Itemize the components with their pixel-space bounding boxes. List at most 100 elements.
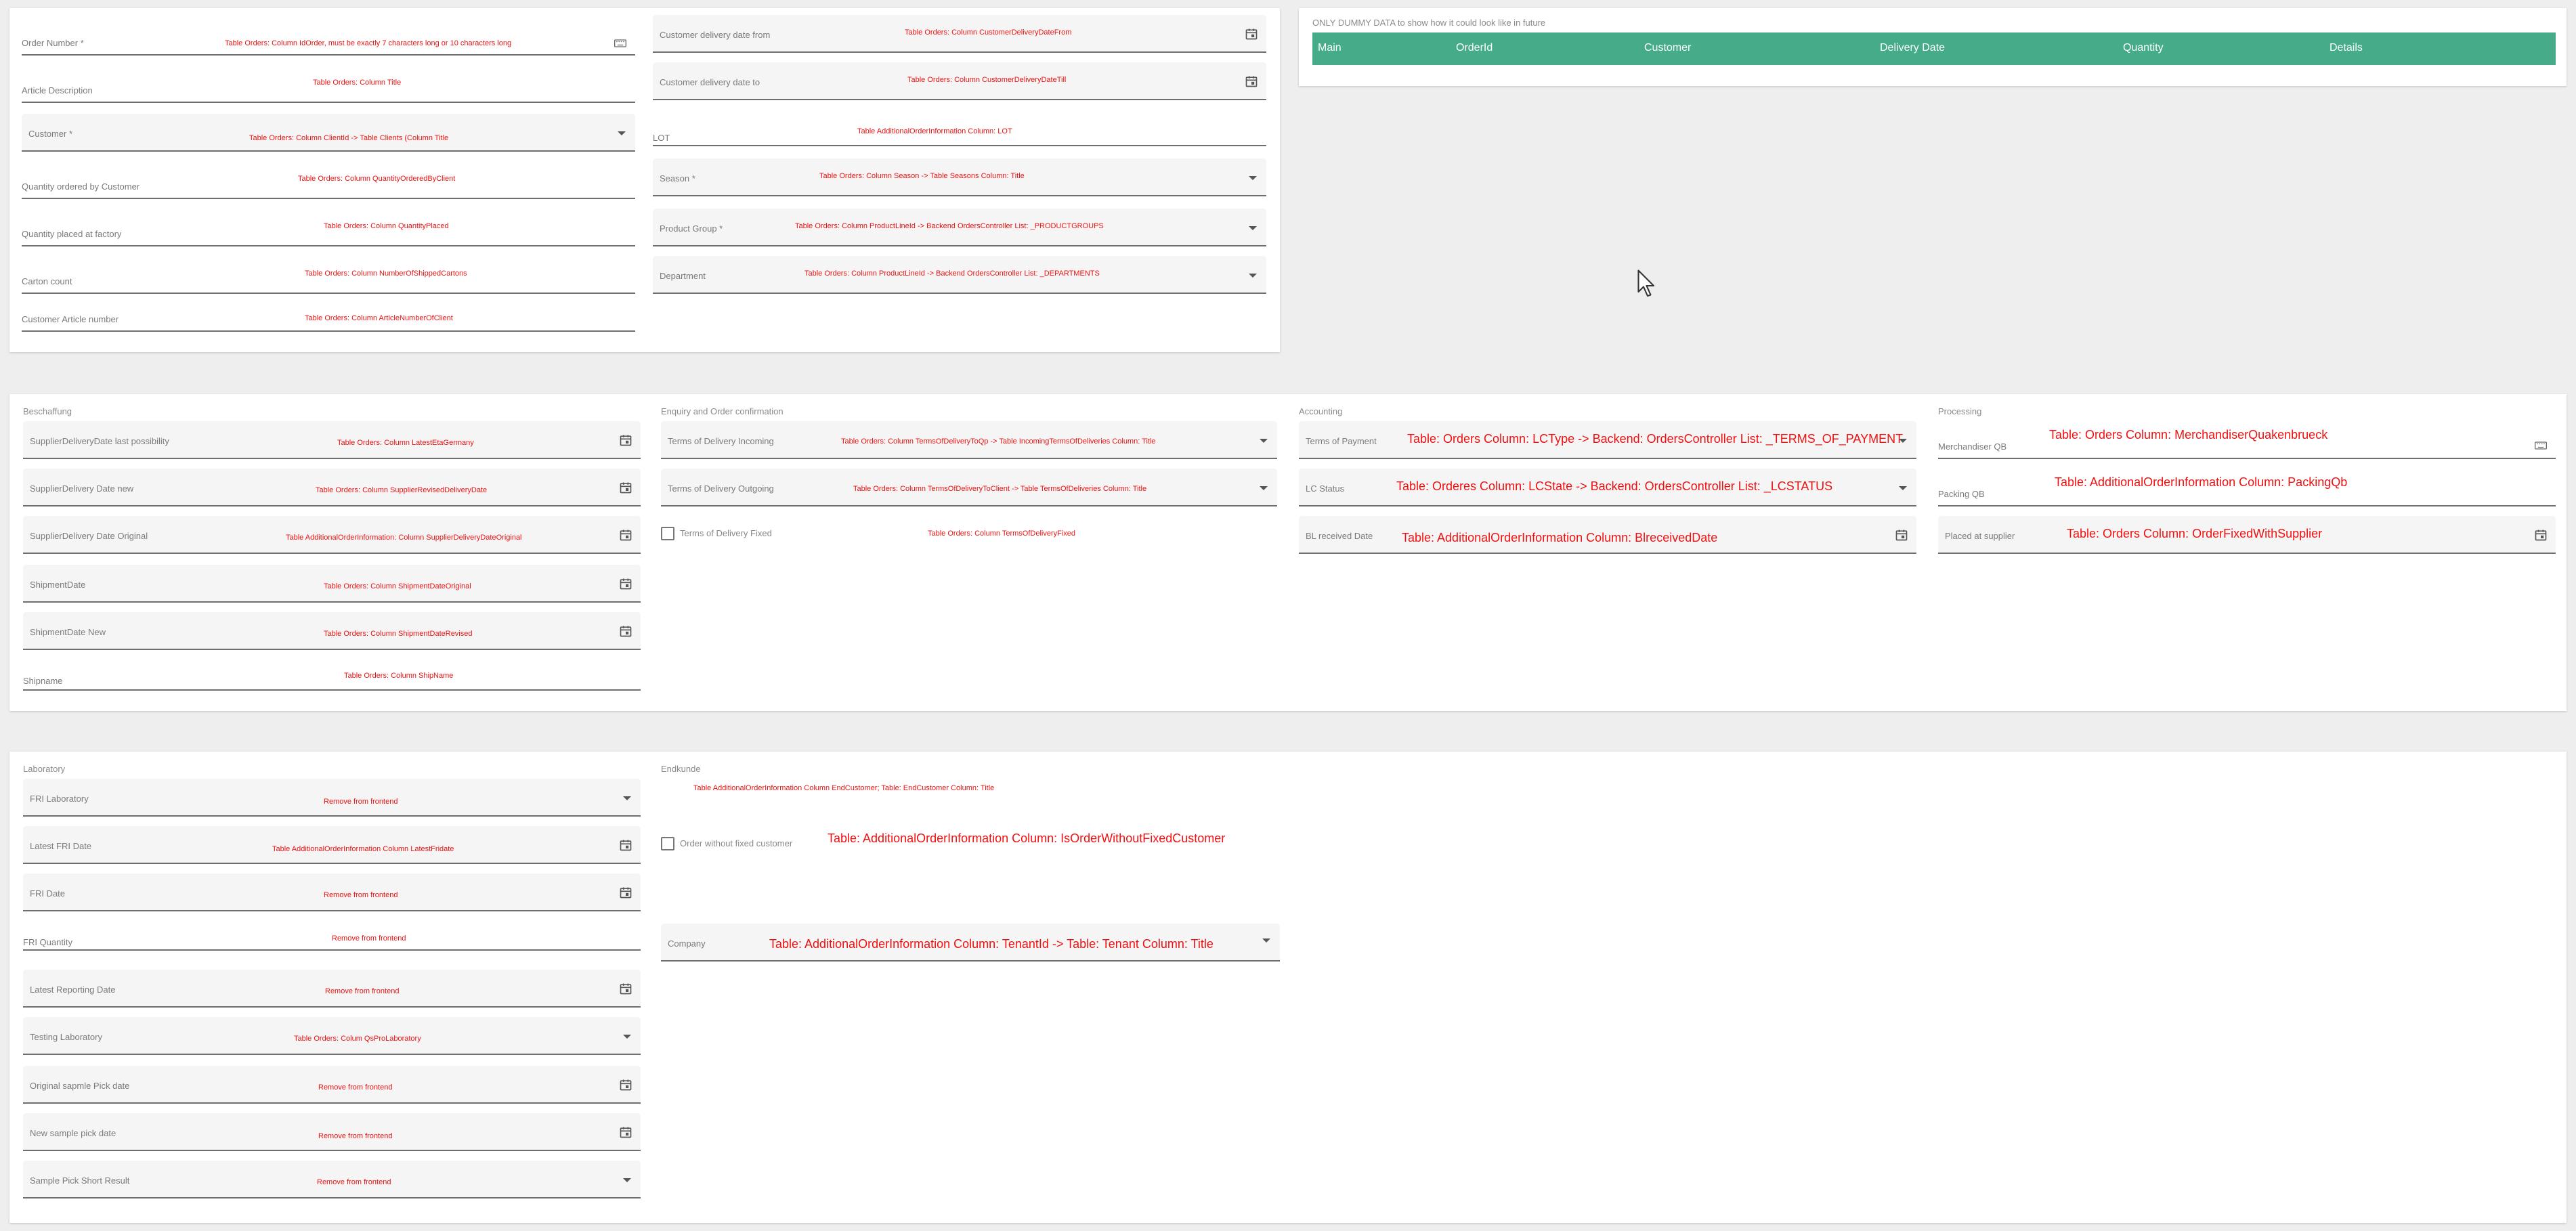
calendar-icon[interactable] — [1245, 74, 1258, 88]
quantity-ordered-field[interactable]: Quantity ordered by Customer Table Order… — [22, 161, 635, 199]
season-select[interactable]: Season * Table Orders: Column Season -> … — [653, 158, 1266, 196]
calendar-icon[interactable] — [619, 982, 632, 995]
supplier-delivery-date-new-field[interactable]: SupplierDelivery Date new Table Orders: … — [23, 469, 641, 506]
calendar-icon[interactable] — [619, 886, 632, 899]
calendar-icon[interactable] — [619, 624, 632, 638]
lot-field[interactable]: LOT Table AdditionalOrderInformation Col… — [653, 108, 1266, 146]
supplier-delivery-date-last-field[interactable]: SupplierDeliveryDate last possibility Ta… — [23, 421, 641, 459]
field-note: Table: Orders Column: MerchandiserQuaken… — [2049, 428, 2328, 441]
column-header-customer[interactable]: Customer — [1644, 42, 1691, 54]
placed-at-supplier-field[interactable]: Placed at supplier Table: Orders Column:… — [1938, 516, 2556, 554]
dropdown-caret-icon[interactable] — [623, 796, 631, 800]
column-header-details[interactable]: Details — [2330, 42, 2363, 54]
column-header-main[interactable]: Main — [1318, 42, 1341, 54]
packing-qb-field[interactable]: Packing QB Table: AdditionalOrderInforma… — [1938, 469, 2556, 506]
fri-date-field[interactable]: FRI Date Remove from frontend — [23, 873, 641, 911]
product-group-select[interactable]: Product Group * Table Orders: Column Pro… — [653, 209, 1266, 246]
field-note: Table: Orders Column: LCType -> Backend:… — [1407, 432, 1904, 446]
supplier-delivery-date-original-field[interactable]: SupplierDelivery Date Original Table Add… — [23, 516, 641, 554]
calendar-icon[interactable] — [619, 1125, 632, 1139]
fri-quantity-field[interactable]: FRI Quantity Remove from frontend — [23, 913, 641, 951]
calendar-icon[interactable] — [1245, 27, 1258, 41]
terms-of-delivery-outgoing-select[interactable]: Terms of Delivery Outgoing Table Orders:… — [661, 469, 1277, 506]
dropdown-caret-icon[interactable] — [623, 1178, 631, 1182]
dropdown-caret-icon[interactable] — [623, 1035, 631, 1039]
calendar-icon[interactable] — [619, 1078, 632, 1092]
fri-laboratory-select[interactable]: FRI Laboratory Remove from frontend — [23, 779, 641, 817]
dropdown-caret-icon[interactable] — [1260, 486, 1268, 490]
latest-reporting-date-field[interactable]: Latest Reporting Date Remove from fronte… — [23, 970, 641, 1008]
column-header-orderid[interactable]: OrderId — [1456, 42, 1493, 54]
calendar-icon[interactable] — [619, 433, 632, 447]
field-label: New sample pick date — [30, 1128, 116, 1138]
customer-delivery-date-to-field[interactable]: Customer delivery date to Table Orders: … — [653, 62, 1266, 100]
keyboard-icon[interactable] — [2534, 439, 2548, 452]
section-title-processing: Processing — [1938, 406, 1982, 416]
customer-delivery-date-from-field[interactable]: Customer delivery date from Table Orders… — [653, 15, 1266, 53]
column-header-quantity[interactable]: Quantity — [2123, 42, 2164, 54]
latest-fri-date-field[interactable]: Latest FRI Date Table AdditionalOrderInf… — [23, 826, 641, 864]
dropdown-caret-icon[interactable] — [1899, 439, 1907, 443]
checkbox-box[interactable] — [661, 837, 674, 850]
field-label: Product Group * — [660, 223, 723, 234]
shipment-date-new-field[interactable]: ShipmentDate New Table Orders: Column Sh… — [23, 612, 641, 650]
field-note: Remove from frontend — [332, 934, 406, 943]
calendar-icon[interactable] — [619, 577, 632, 590]
dropdown-caret-icon[interactable] — [1249, 176, 1257, 180]
field-label: FRI Quantity — [23, 937, 72, 947]
terms-of-payment-select[interactable]: Terms of Payment Table: Orders Column: L… — [1299, 421, 1916, 459]
bl-received-date-field[interactable]: BL received Date Table: AdditionalOrderI… — [1299, 516, 1916, 554]
testing-laboratory-select[interactable]: Testing Laboratory Table Orders: Colum Q… — [23, 1017, 641, 1055]
carton-count-field[interactable]: Carton count Table Orders: Column Number… — [22, 256, 635, 294]
section-title-laboratory: Laboratory — [23, 764, 66, 774]
field-label: Latest FRI Date — [30, 841, 92, 851]
field-label: LC Status — [1306, 483, 1345, 494]
calendar-icon[interactable] — [2534, 528, 2548, 542]
section-title-endkunde: Endkunde — [661, 764, 701, 774]
column-header-delivery-date[interactable]: Delivery Date — [1880, 42, 1945, 54]
keyboard-icon[interactable] — [614, 37, 627, 50]
dropdown-caret-icon[interactable] — [1262, 938, 1270, 943]
field-note: Table Orders: Column ProductLineId -> Ba… — [804, 269, 1100, 278]
calendar-icon[interactable] — [619, 838, 632, 852]
calendar-icon[interactable] — [619, 528, 632, 542]
field-label: Article Description — [22, 85, 93, 95]
calendar-icon[interactable] — [1895, 528, 1908, 542]
field-note: Remove from frontend — [324, 891, 398, 899]
dropdown-caret-icon[interactable] — [1260, 439, 1268, 443]
shipment-date-field[interactable]: ShipmentDate Table Orders: Column Shipme… — [23, 565, 641, 603]
calendar-icon[interactable] — [619, 481, 632, 494]
original-sample-pick-date-field[interactable]: Original sapmle Pick date Remove from fr… — [23, 1066, 641, 1104]
sample-pick-short-result-select[interactable]: Sample Pick Short Result Remove from fro… — [23, 1161, 641, 1198]
customer-article-number-field[interactable]: Customer Article number Table Orders: Co… — [22, 294, 635, 332]
field-note: Table Orders: Column ArticleNumberOfClie… — [305, 314, 453, 322]
terms-of-delivery-fixed-checkbox[interactable]: Terms of Delivery Fixed — [661, 525, 864, 542]
field-label: FRI Date — [30, 888, 66, 899]
dropdown-caret-icon[interactable] — [1249, 274, 1257, 278]
dropdown-caret-icon[interactable] — [618, 131, 626, 135]
field-note: Table Orders: Column ClientId -> Table C… — [249, 134, 449, 142]
lc-status-select[interactable]: LC Status Table: Orderes Column: LCState… — [1299, 469, 1916, 506]
terms-of-delivery-incoming-select[interactable]: Terms of Delivery Incoming Table Orders:… — [661, 421, 1277, 459]
field-label: SupplierDelivery Date new — [30, 483, 134, 494]
field-label: Quantity placed at factory — [22, 229, 122, 239]
company-select[interactable]: Company Table: AdditionalOrderInformatio… — [661, 924, 1280, 962]
dropdown-caret-icon[interactable] — [1249, 226, 1257, 230]
dropdown-caret-icon[interactable] — [1899, 486, 1907, 490]
field-label: Packing QB — [1938, 489, 1985, 499]
field-label: Latest Reporting Date — [30, 985, 116, 995]
end-customer-note: Table AdditionalOrderInformation Column … — [693, 784, 995, 792]
department-select[interactable]: Department Table Orders: Column ProductL… — [653, 256, 1266, 294]
dummy-table-caption: ONLY DUMMY DATA to show how it could loo… — [1312, 18, 1546, 28]
field-note: Table Orders: Column CustomerDeliveryDat… — [905, 28, 1072, 37]
quantity-placed-field[interactable]: Quantity placed at factory Table Orders:… — [22, 209, 635, 246]
new-sample-pick-date-field[interactable]: New sample pick date Remove from fronten… — [23, 1113, 641, 1151]
field-note: Table Orders: Column TermsOfDeliveryToCl… — [853, 485, 1147, 493]
shipname-field[interactable]: Shipname Table Orders: Column ShipName — [23, 653, 641, 691]
order-number-field[interactable]: Order Number * Table Orders: Column IdOr… — [22, 18, 635, 56]
article-description-field[interactable]: Article Description Table Orders: Column… — [22, 65, 635, 103]
customer-select[interactable]: Customer * Table Orders: Column ClientId… — [22, 114, 635, 152]
merchandiser-qb-field[interactable]: Merchandiser QB Table: Orders Column: Me… — [1938, 421, 2556, 459]
checkbox-box[interactable] — [661, 527, 674, 540]
section-title-enquiry: Enquiry and Order confirmation — [661, 406, 783, 416]
